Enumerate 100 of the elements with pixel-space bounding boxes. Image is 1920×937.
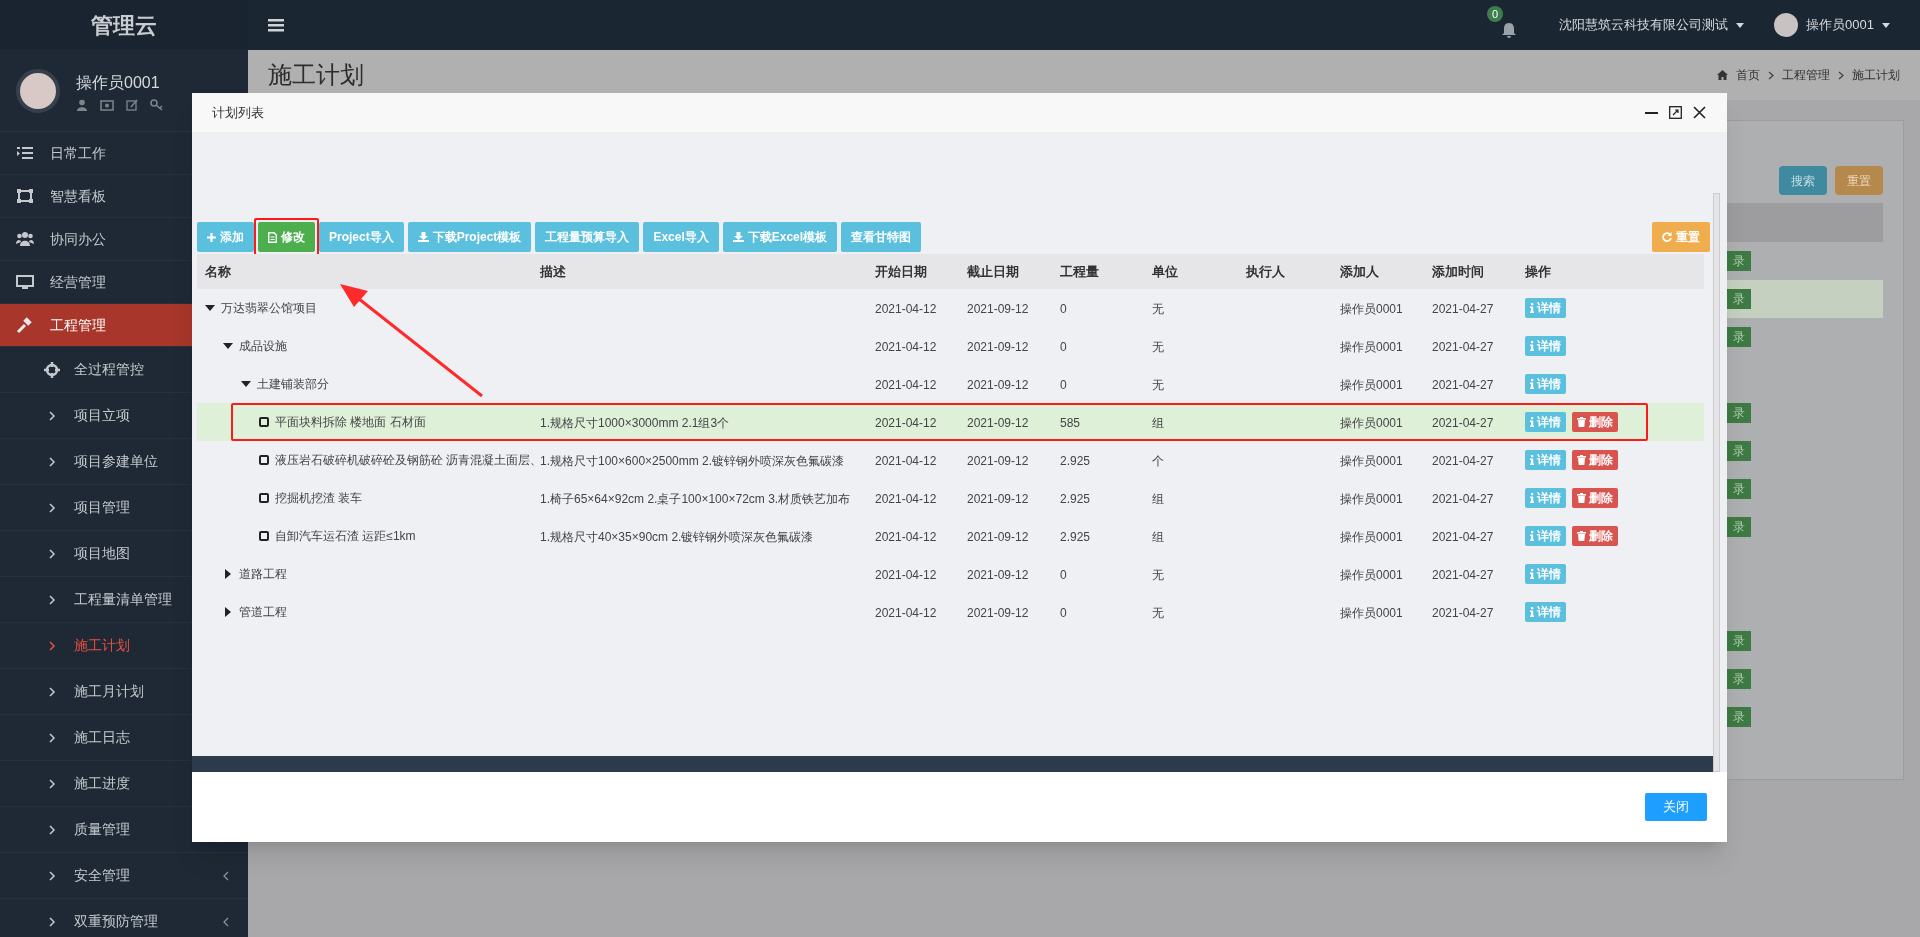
delete-button[interactable]: 删除 — [1572, 412, 1618, 432]
maximize-button[interactable] — [1669, 105, 1683, 120]
avatar — [16, 68, 60, 113]
details-button[interactable]: 详情 — [1525, 412, 1566, 432]
table-cell: 2021-09-12 — [967, 454, 1029, 468]
column-header: 添加人 — [1340, 262, 1380, 281]
breadcrumb-link[interactable]: 施工计划 — [1852, 66, 1900, 84]
delete-button[interactable]: 删除 — [1572, 526, 1618, 546]
table-cell: 操作员0001 — [1340, 416, 1403, 430]
table-cell: 2021-04-12 — [875, 568, 937, 582]
trash-icon — [1577, 455, 1586, 465]
caret-down-icon[interactable] — [205, 303, 215, 313]
delete-button[interactable]: 删除 — [1572, 450, 1618, 470]
table-cell: 0 — [1060, 378, 1067, 392]
details-button[interactable]: 详情 — [1525, 450, 1566, 470]
caret-right-icon[interactable] — [223, 569, 233, 579]
table-cell: 2021-09-12 — [967, 606, 1029, 620]
details-button[interactable]: 详情 — [1525, 526, 1566, 546]
table-cell: 0 — [1060, 568, 1067, 582]
checkbox[interactable] — [259, 493, 269, 503]
caret-down-icon[interactable] — [223, 341, 233, 351]
table-cell: 2021-04-12 — [875, 454, 937, 468]
record-button[interactable]: 录 — [1727, 631, 1751, 651]
record-button[interactable]: 录 — [1727, 479, 1751, 499]
notification-badge: 0 — [1487, 6, 1504, 22]
record-button[interactable]: 录 — [1727, 251, 1751, 271]
toolbar-button[interactable]: 下载Project模板 — [407, 222, 532, 252]
table-cell: 2021-09-12 — [967, 568, 1029, 582]
caret-down-icon[interactable] — [241, 379, 251, 389]
record-button[interactable]: 录 — [1727, 707, 1751, 727]
details-button[interactable]: 详情 — [1525, 564, 1566, 584]
table-cell: 2021-04-12 — [875, 530, 937, 544]
table-cell-text: 挖掘机挖渣 装车 — [275, 490, 363, 507]
table-cell: 2021-04-27 — [1432, 302, 1494, 316]
column-header: 添加时间 — [1432, 262, 1485, 281]
caret-right-icon[interactable] — [223, 607, 233, 617]
trash-icon — [1577, 417, 1586, 427]
details-button[interactable]: 详情 — [1525, 374, 1566, 394]
checkbox[interactable] — [259, 417, 269, 427]
info-icon — [1530, 417, 1534, 427]
table-row[interactable]: 平面块料拆除 楼地面 石材面 1.规格尺寸1000×3000mm 2.1组3个 2021-04-12 2021-09-12 585 组 操作员0001 2021-04-27 详情 删除 — [197, 403, 1704, 441]
toolbar-button[interactable]: Project导入 — [319, 222, 404, 252]
details-button[interactable]: 详情 — [1525, 488, 1566, 508]
toolbar-button[interactable]: 工程量预算导入 — [535, 222, 640, 252]
toolbar-button[interactable]: 添加 — [197, 222, 254, 252]
close-button[interactable] — [1693, 105, 1707, 120]
delete-button[interactable]: 删除 — [1572, 488, 1618, 508]
breadcrumb-link[interactable]: 首页 — [1736, 66, 1760, 84]
reset-button[interactable]: 重置 — [1835, 166, 1883, 195]
breadcrumb-link[interactable]: 工程管理 — [1782, 66, 1830, 84]
table-cell: 2021-04-27 — [1432, 606, 1494, 620]
edit-icon — [126, 98, 138, 111]
chevron-right-icon — [1838, 70, 1844, 80]
refresh-icon — [1662, 232, 1672, 242]
info-icon — [1530, 569, 1534, 579]
close-icon — [1693, 106, 1706, 119]
table-cell: 2021-04-27 — [1432, 530, 1494, 544]
checkbox[interactable] — [259, 455, 269, 465]
table-cell: 2021-04-27 — [1432, 416, 1494, 430]
table-cell: 操作员0001 — [1340, 606, 1403, 620]
maximize-icon — [1669, 106, 1682, 119]
checkbox[interactable] — [259, 531, 269, 541]
record-button[interactable]: 录 — [1727, 327, 1751, 347]
caret-icon — [1736, 22, 1745, 28]
details-button[interactable]: 详情 — [1525, 298, 1566, 318]
table-cell: 2021-04-27 — [1432, 378, 1494, 392]
record-button[interactable]: 录 — [1727, 441, 1751, 461]
chevron-left-icon — [222, 916, 230, 927]
modal-title: 计划列表 — [212, 103, 265, 122]
table-cell: 2021-04-27 — [1432, 492, 1494, 506]
record-button[interactable]: 录 — [1727, 403, 1751, 423]
table-cell: 2021-09-12 — [967, 530, 1029, 544]
details-button[interactable]: 详情 — [1525, 602, 1566, 622]
sidebar-subitem[interactable]: 安全管理 — [0, 853, 248, 899]
company-dropdown[interactable]: 沈阳慧筑云科技有限公司测试 — [1559, 15, 1745, 35]
table-cell: 2.925 — [1060, 454, 1091, 468]
toolbar-button[interactable]: 修改 — [258, 222, 315, 252]
column-header: 工程量 — [1060, 262, 1100, 281]
table-cell: 2021-09-12 — [967, 302, 1029, 316]
record-button[interactable]: 录 — [1727, 517, 1751, 537]
id-card-icon — [100, 98, 114, 111]
table-cell-text: 土建铺装部分 — [257, 376, 329, 393]
sidebar-subitem[interactable]: 双重预防管理 — [0, 899, 248, 937]
chevron-right-icon — [1768, 70, 1774, 80]
toolbar-button[interactable]: Excel导入 — [643, 222, 719, 252]
close-button[interactable]: 关闭 — [1645, 793, 1707, 821]
search-button[interactable]: 搜索 — [1779, 166, 1827, 195]
record-button[interactable]: 录 — [1727, 289, 1751, 309]
toolbar-button[interactable]: 查看甘特图 — [841, 222, 922, 252]
table-cell: 2021-04-27 — [1432, 340, 1494, 354]
trash-icon — [1577, 531, 1586, 541]
info-icon — [1530, 531, 1534, 541]
toolbar-button[interactable]: 下载Excel模板 — [722, 222, 838, 252]
table-cell: 2021-04-12 — [875, 416, 937, 430]
user-dropdown[interactable]: 操作员0001 — [1774, 13, 1890, 37]
dashboard-icon — [16, 188, 34, 204]
details-button[interactable]: 详情 — [1525, 336, 1566, 356]
hammer-icon — [16, 317, 34, 333]
user-icon — [76, 98, 88, 111]
record-button[interactable]: 录 — [1727, 669, 1751, 689]
